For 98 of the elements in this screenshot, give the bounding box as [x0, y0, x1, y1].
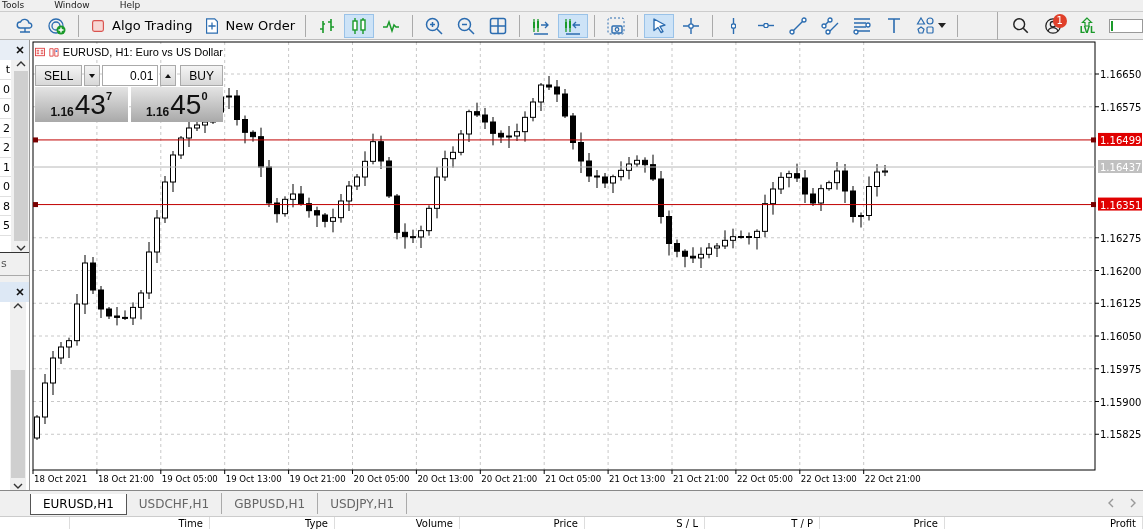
column-header[interactable]: Type — [210, 517, 335, 529]
crosshair-icon — [681, 15, 701, 36]
toolbar-button[interactable]: New Order — [198, 14, 299, 37]
search-icon[interactable] — [1011, 16, 1030, 35]
table-cell: 0 — [0, 99, 11, 119]
chart-tab[interactable]: GBPUSD,H1 — [222, 493, 319, 514]
time-label: 20 Oct 21:00 — [481, 474, 538, 484]
time-label: 19 Oct 05:00 — [161, 474, 218, 484]
column-header[interactable]: Price — [460, 517, 585, 529]
column-header[interactable]: Volume — [335, 517, 460, 529]
line-handle[interactable] — [33, 137, 38, 143]
shapes-icon — [916, 15, 936, 36]
column-header[interactable]: Profit — [945, 517, 1143, 529]
scroll-right-icon[interactable] — [1129, 498, 1137, 508]
table-cell: 5 — [0, 216, 11, 236]
chevron-up-icon[interactable] — [13, 302, 23, 310]
price-tag: 1.16437 — [1098, 160, 1142, 173]
level-label: LVL — [1079, 26, 1095, 35]
list-icon[interactable] — [35, 46, 45, 58]
chart-window-icon[interactable] — [48, 46, 59, 58]
sell-button[interactable]: SELL — [35, 65, 83, 86]
channel-icon — [820, 15, 840, 36]
arrow-up-icon — [1081, 16, 1094, 27]
time-label: 19 Oct 21:00 — [289, 474, 346, 484]
chart-tab[interactable]: USDJPY,H1 — [318, 493, 408, 514]
trend-line-icon — [788, 15, 808, 36]
chevron-up-icon[interactable] — [16, 60, 26, 68]
price-label: 1.15900 — [1100, 396, 1142, 408]
chevron-down-icon[interactable] — [16, 244, 26, 252]
table-cell: 0 — [0, 177, 11, 197]
menu-item[interactable]: Help — [119, 0, 141, 11]
time-label: 20 Oct 05:00 — [353, 474, 410, 484]
close-icon[interactable] — [16, 46, 24, 54]
panel-tab[interactable]: s — [0, 253, 29, 276]
buy-button[interactable]: BUY — [180, 65, 223, 86]
scrollbar-thumb[interactable] — [11, 370, 25, 478]
table-cell: 2 — [0, 118, 11, 138]
toolbar-button[interactable] — [344, 13, 374, 38]
line-handle[interactable] — [1091, 137, 1096, 143]
column-header[interactable]: T / P — [705, 517, 820, 529]
signal-add-icon — [47, 15, 67, 36]
chart-tab[interactable]: USDCHF,H1 — [126, 493, 223, 514]
line-handle[interactable] — [1091, 202, 1096, 208]
increase-button[interactable] — [160, 65, 177, 86]
table-cell: 2 — [0, 138, 11, 158]
decrease-button[interactable] — [84, 65, 101, 86]
menu-item[interactable]: Tools — [2, 0, 25, 11]
caret-down-icon — [89, 73, 96, 78]
price-tag: 1.16351 — [1098, 197, 1142, 211]
time-label: 21 Oct 13:00 — [609, 474, 666, 484]
price-label: 1.16650 — [1100, 69, 1142, 80]
volume-field[interactable]: 0.01 — [102, 65, 159, 86]
horizontal-lines-icon — [852, 15, 872, 36]
time-label: 19 Oct 13:00 — [225, 474, 282, 484]
table-cell: 1 — [0, 157, 11, 177]
price-label: 1.15825 — [1100, 429, 1142, 441]
column-header[interactable]: Price — [820, 517, 945, 529]
column-header[interactable]: S / L — [585, 517, 705, 529]
zoom-out-icon — [456, 15, 476, 36]
toolbar-button[interactable]: Algo Trading — [85, 14, 197, 37]
table-cell: 0 — [0, 79, 11, 99]
line-handle[interactable] — [33, 202, 38, 208]
column-header[interactable]: Time — [70, 517, 210, 529]
price-label: 1.16275 — [1100, 232, 1142, 244]
time-label: 22 Oct 05:00 — [736, 474, 793, 484]
table-cell: 8 — [0, 196, 11, 216]
time-label: 21 Oct 21:00 — [673, 474, 730, 484]
time-label: 21 Oct 05:00 — [545, 474, 602, 484]
vertical-line-icon — [731, 15, 737, 36]
menu-item[interactable]: Window — [54, 0, 90, 11]
chart-title: EURUSD, H1: Euro vs US Dollar — [62, 46, 223, 58]
scroll-left-icon[interactable] — [1107, 498, 1115, 508]
time-label: 22 Oct 13:00 — [800, 474, 857, 484]
toolbar-button[interactable] — [644, 13, 674, 38]
scrollbar-thumb[interactable] — [14, 71, 28, 241]
chart-tab[interactable]: EURUSD,H1 — [30, 494, 127, 515]
time-label: 20 Oct 13:00 — [417, 474, 474, 484]
candlestick-icon — [349, 15, 369, 36]
horizontal-line-icon — [756, 23, 776, 28]
zoom-in-icon — [424, 15, 444, 36]
time-label: 22 Oct 21:00 — [864, 474, 921, 484]
price-label: 1.16125 — [1100, 298, 1142, 310]
price-label: 1.16575 — [1100, 101, 1142, 113]
price-label: 1.16200 — [1100, 265, 1142, 277]
time-label: 18 Oct 21:00 — [97, 474, 154, 484]
price-label: 1.15975 — [1100, 363, 1142, 375]
time-label: 18 Oct 2021 — [34, 474, 88, 484]
toolbar-button[interactable] — [558, 13, 588, 38]
camera-icon — [606, 15, 626, 36]
notification-badge: 1 — [1052, 13, 1067, 28]
close-icon[interactable] — [16, 288, 24, 296]
grid-icon — [488, 15, 508, 36]
chevron-down-icon[interactable] — [13, 482, 23, 490]
price-tag: 1.16499 — [1098, 132, 1142, 146]
caret-up-icon — [165, 73, 172, 78]
price-label: 1.16050 — [1100, 331, 1142, 342]
column-header: t — [0, 60, 11, 80]
caret-icon — [938, 23, 946, 28]
